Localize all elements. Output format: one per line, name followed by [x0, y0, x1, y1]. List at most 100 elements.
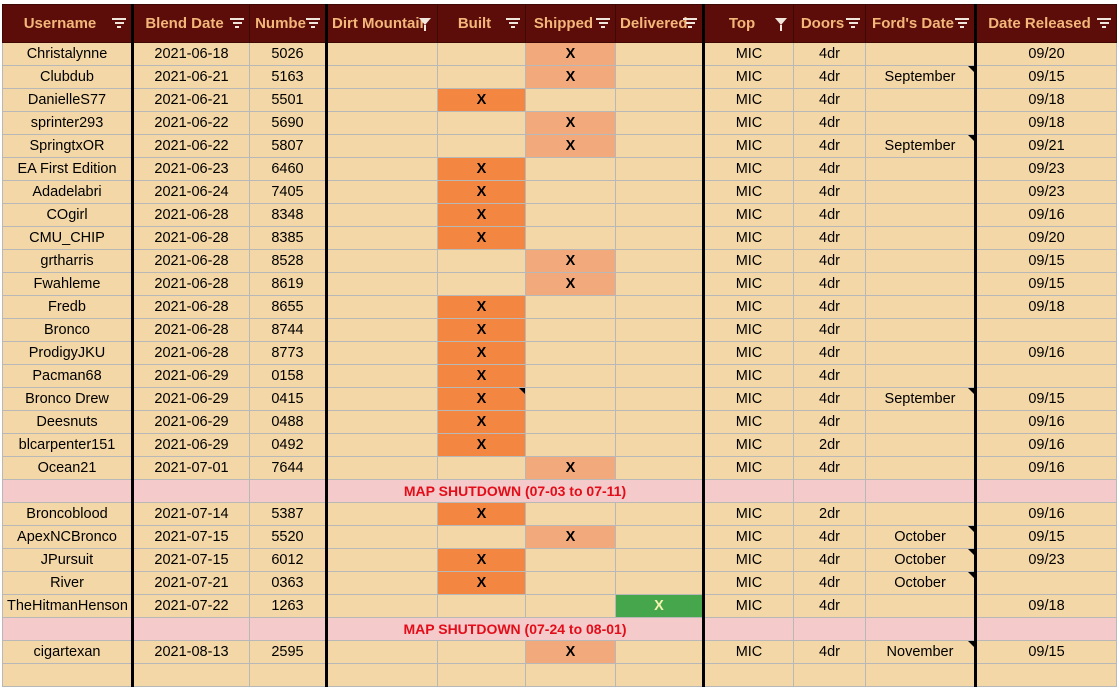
ford-date-cell[interactable] — [865, 663, 976, 687]
number-cell[interactable]: 6012 — [249, 548, 327, 572]
blend-date-cell[interactable]: 2021-07-15 — [131, 548, 250, 572]
shipped-cell[interactable]: X — [525, 42, 616, 66]
doors-cell[interactable]: 4dr — [793, 387, 866, 411]
top-cell[interactable]: MIC — [702, 525, 794, 549]
filter-list-icon[interactable] — [955, 18, 969, 30]
doors-cell[interactable]: 4dr — [793, 410, 866, 434]
ford-date-cell[interactable] — [865, 594, 976, 618]
delivered-cell[interactable] — [615, 295, 704, 319]
username-cell[interactable] — [2, 617, 133, 641]
shipped-cell[interactable] — [525, 203, 616, 227]
shipped-cell[interactable] — [525, 341, 616, 365]
built-cell[interactable]: X — [437, 203, 526, 227]
released-cell[interactable] — [974, 571, 1117, 595]
doors-cell[interactable]: 4dr — [793, 157, 866, 181]
released-cell[interactable]: 09/15 — [974, 525, 1117, 549]
dirt-mountain-cell[interactable] — [325, 157, 438, 181]
blend-date-cell[interactable]: 2021-06-28 — [131, 318, 250, 342]
blend-date-cell[interactable]: 2021-07-01 — [131, 456, 250, 480]
shutdown-banner[interactable]: MAP SHUTDOWN (07-24 to 08-01) — [325, 617, 704, 641]
dirt-mountain-cell[interactable] — [325, 456, 438, 480]
number-cell[interactable] — [249, 617, 327, 641]
shipped-cell[interactable]: X — [525, 134, 616, 158]
ford-date-cell[interactable]: October — [865, 571, 976, 595]
built-cell[interactable]: X — [437, 157, 526, 181]
delivered-cell[interactable] — [615, 571, 704, 595]
doors-cell[interactable]: 2dr — [793, 502, 866, 526]
shipped-cell[interactable] — [525, 295, 616, 319]
username-cell[interactable]: Clubdub — [2, 65, 133, 89]
doors-cell[interactable]: 4dr — [793, 111, 866, 135]
released-cell[interactable]: 09/18 — [974, 88, 1117, 112]
number-cell[interactable]: 0363 — [249, 571, 327, 595]
doors-cell[interactable]: 4dr — [793, 226, 866, 250]
column-header-doors[interactable]: Doors — [793, 4, 866, 43]
doors-cell[interactable]: 4dr — [793, 180, 866, 204]
number-cell[interactable]: 8528 — [249, 249, 327, 273]
dirt-mountain-cell[interactable] — [325, 502, 438, 526]
number-cell[interactable]: 0158 — [249, 364, 327, 388]
username-cell[interactable]: Deesnuts — [2, 410, 133, 434]
blend-date-cell[interactable] — [131, 663, 250, 687]
top-cell[interactable]: MIC — [702, 502, 794, 526]
shipped-cell[interactable] — [525, 433, 616, 457]
top-cell[interactable] — [702, 663, 794, 687]
filter-list-icon[interactable] — [1097, 18, 1111, 30]
ford-date-cell[interactable]: September — [865, 65, 976, 89]
top-cell[interactable] — [702, 479, 794, 503]
blend-date-cell[interactable]: 2021-06-21 — [131, 88, 250, 112]
built-cell[interactable] — [437, 65, 526, 89]
column-header-ford-s-date[interactable]: Ford's Date — [865, 4, 976, 43]
dirt-mountain-cell[interactable] — [325, 226, 438, 250]
built-cell[interactable] — [437, 640, 526, 664]
username-cell[interactable]: COgirl — [2, 203, 133, 227]
username-cell[interactable]: DanielleS77 — [2, 88, 133, 112]
dirt-mountain-cell[interactable] — [325, 134, 438, 158]
released-cell[interactable]: 09/23 — [974, 548, 1117, 572]
released-cell[interactable]: 09/18 — [974, 111, 1117, 135]
dirt-mountain-cell[interactable] — [325, 571, 438, 595]
released-cell[interactable]: 09/15 — [974, 640, 1117, 664]
top-cell[interactable]: MIC — [702, 157, 794, 181]
built-cell[interactable] — [437, 134, 526, 158]
blend-date-cell[interactable]: 2021-07-14 — [131, 502, 250, 526]
released-cell[interactable] — [974, 663, 1117, 687]
built-cell[interactable]: X — [437, 502, 526, 526]
top-cell[interactable]: MIC — [702, 364, 794, 388]
top-cell[interactable]: MIC — [702, 134, 794, 158]
blend-date-cell[interactable]: 2021-06-18 — [131, 42, 250, 66]
number-cell[interactable]: 0488 — [249, 410, 327, 434]
built-cell[interactable]: X — [437, 88, 526, 112]
column-header-delivered[interactable]: Delivered — [615, 4, 704, 43]
number-cell[interactable] — [249, 479, 327, 503]
dirt-mountain-cell[interactable] — [325, 111, 438, 135]
number-cell[interactable] — [249, 663, 327, 687]
blend-date-cell[interactable]: 2021-06-22 — [131, 134, 250, 158]
top-cell[interactable]: MIC — [702, 42, 794, 66]
delivered-cell[interactable] — [615, 42, 704, 66]
doors-cell[interactable]: 4dr — [793, 42, 866, 66]
ford-date-cell[interactable] — [865, 226, 976, 250]
blend-date-cell[interactable]: 2021-07-15 — [131, 525, 250, 549]
number-cell[interactable]: 5807 — [249, 134, 327, 158]
released-cell[interactable]: 09/18 — [974, 295, 1117, 319]
blend-date-cell[interactable]: 2021-06-28 — [131, 272, 250, 296]
number-cell[interactable]: 5026 — [249, 42, 327, 66]
doors-cell[interactable]: 4dr — [793, 525, 866, 549]
dirt-mountain-cell[interactable] — [325, 249, 438, 273]
username-cell[interactable] — [2, 479, 133, 503]
built-cell[interactable] — [437, 663, 526, 687]
username-cell[interactable]: Adadelabri — [2, 180, 133, 204]
top-cell[interactable]: MIC — [702, 65, 794, 89]
top-cell[interactable]: MIC — [702, 456, 794, 480]
released-cell[interactable]: 09/16 — [974, 502, 1117, 526]
username-cell[interactable]: grtharris — [2, 249, 133, 273]
shipped-cell[interactable]: X — [525, 456, 616, 480]
dirt-mountain-cell[interactable] — [325, 548, 438, 572]
ford-date-cell[interactable] — [865, 341, 976, 365]
number-cell[interactable]: 0492 — [249, 433, 327, 457]
delivered-cell[interactable] — [615, 157, 704, 181]
ford-date-cell[interactable] — [865, 157, 976, 181]
ford-date-cell[interactable] — [865, 502, 976, 526]
shipped-cell[interactable] — [525, 502, 616, 526]
